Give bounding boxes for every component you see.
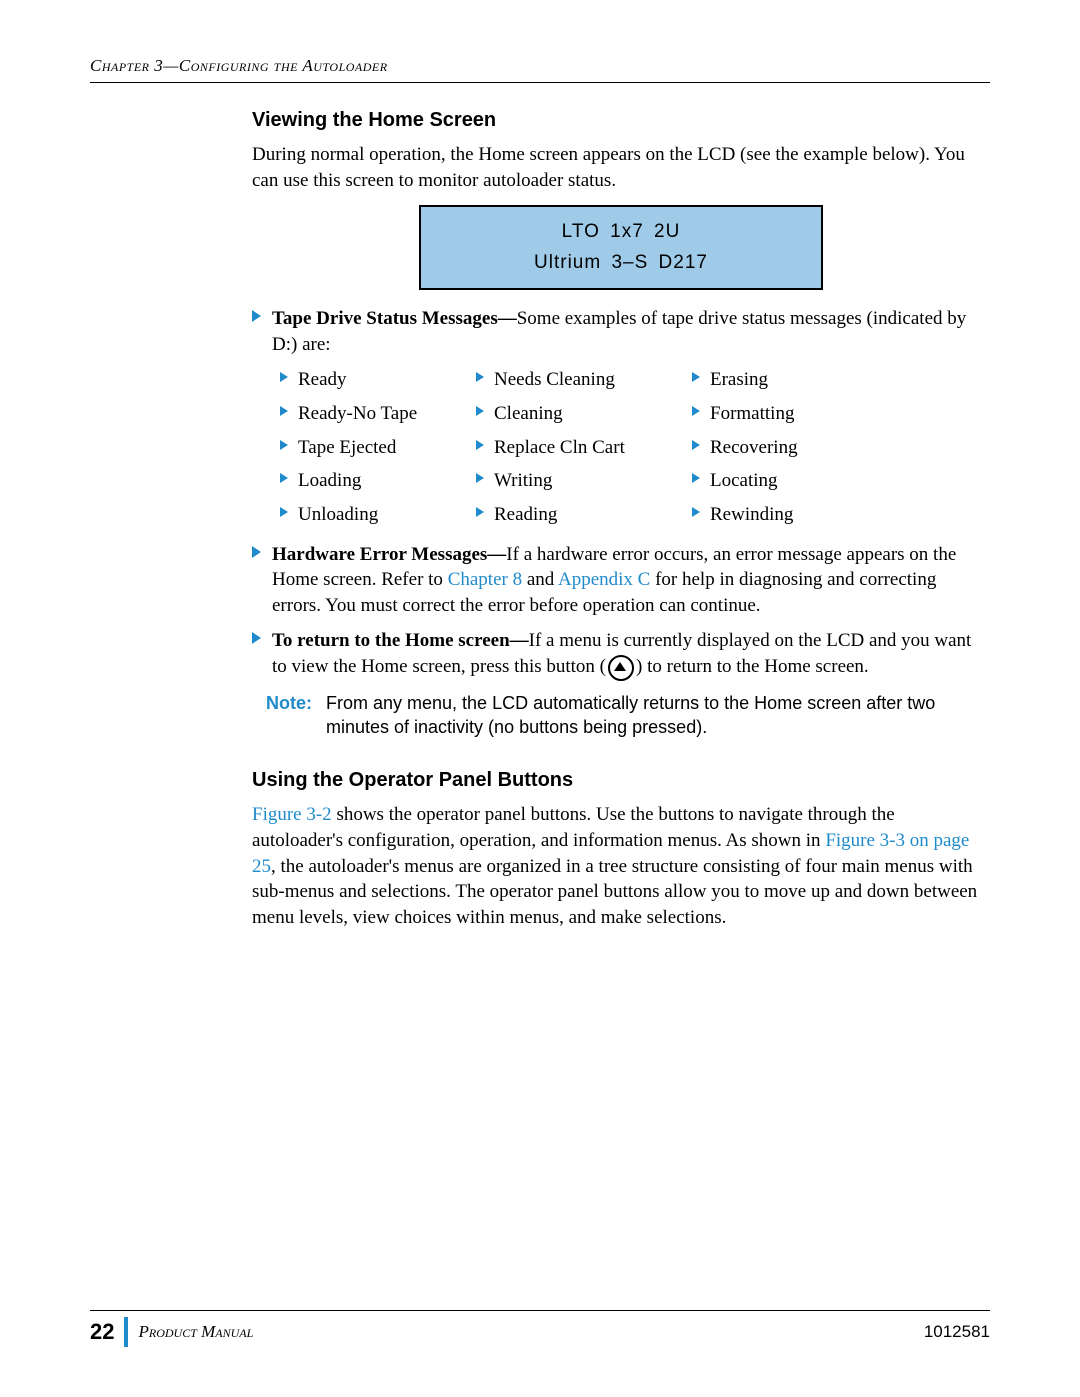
home-button-icon [608,655,634,681]
lcd-line-2: Ultrium 3–S D217 [441,248,801,278]
status-text: Loading [298,470,361,491]
arrow-icon [280,372,288,382]
arrow-icon [252,310,261,322]
status-item: Needs Cleaning [476,367,686,393]
arrow-icon [252,632,261,644]
note-block: Note: From any menu, the LCD automatical… [266,691,990,740]
lcd-display: LTO 1x7 2U Ultrium 3–S D217 [419,205,823,290]
status-grid: Ready Needs Cleaning Erasing Ready-No Ta… [280,367,990,527]
arrow-icon [280,473,288,483]
status-text: Ready-No Tape [298,403,417,424]
arrow-icon [692,372,700,382]
content-column: Viewing the Home Screen During normal op… [252,107,990,931]
status-text: Formatting [710,403,794,424]
status-text: Erasing [710,369,768,390]
arrow-icon [476,406,484,416]
status-item: Writing [476,468,686,494]
hw-error-t2: and [522,569,558,590]
bullet-return-home: To return to the Home screen—If a menu i… [252,628,990,680]
status-text: Tape Ejected [298,437,396,458]
status-item: Cleaning [476,401,686,427]
running-head: Chapter 3—Configuring the Autoloader [90,56,990,76]
section2-t2: , the autoloader's menus are organized i… [252,856,977,928]
link-chapter-8[interactable]: Chapter 8 [448,569,522,590]
status-item: Erasing [692,367,862,393]
status-text: Rewinding [710,504,793,525]
arrow-icon [476,473,484,483]
return-home-lead-bold: To return to the Home screen— [272,630,529,651]
status-item: Ready [280,367,470,393]
arrow-icon [280,507,288,517]
lcd-line-1: LTO 1x7 2U [441,217,801,247]
status-text: Locating [710,470,778,491]
footer-title: Product Manual [138,1322,923,1342]
status-text: Ready [298,369,347,390]
arrow-icon [476,372,484,382]
status-item: Recovering [692,435,862,461]
arrow-icon [280,440,288,450]
head-rule [90,82,990,83]
section2-body: Figure 3-2 shows the operator panel butt… [252,802,990,930]
hw-error-lead-bold: Hardware Error Messages— [272,544,506,565]
arrow-icon [252,546,261,558]
tape-status-lead-bold: Tape Drive Status Messages— [272,308,517,329]
bullet-tape-status: Tape Drive Status Messages—Some examples… [252,306,990,357]
footer-divider [124,1317,128,1347]
arrow-icon [692,406,700,416]
return-home-t2: ) to return to the Home screen. [636,656,869,677]
arrow-icon [476,440,484,450]
footer: 22 Product Manual 1012581 [90,1310,990,1347]
status-text: Needs Cleaning [494,369,615,390]
page: Chapter 3—Configuring the Autoloader Vie… [0,0,1080,1397]
status-item: Unloading [280,502,470,528]
footer-docnum: 1012581 [924,1322,990,1342]
status-item: Ready-No Tape [280,401,470,427]
section2-t1: shows the operator panel buttons. Use th… [252,804,895,851]
status-item: Rewinding [692,502,862,528]
arrow-icon [692,507,700,517]
section-title-viewing: Viewing the Home Screen [252,107,990,134]
footer-row: 22 Product Manual 1012581 [90,1317,990,1347]
status-text: Reading [494,504,557,525]
link-appendix-c[interactable]: Appendix C [558,569,650,590]
arrow-icon [692,440,700,450]
lcd-wrap: LTO 1x7 2U Ultrium 3–S D217 [252,205,990,290]
status-text: Replace Cln Cart [494,437,625,458]
footer-rule [90,1310,990,1311]
page-number: 22 [90,1319,124,1345]
arrow-icon [476,507,484,517]
bullet-hw-error: Hardware Error Messages—If a hardware er… [252,542,990,619]
section1-intro: During normal operation, the Home screen… [252,142,990,193]
link-figure-3-2[interactable]: Figure 3-2 [252,804,332,825]
note-text: From any menu, the LCD automatically ret… [326,691,990,740]
status-text: Cleaning [494,403,563,424]
status-item: Tape Ejected [280,435,470,461]
arrow-icon [280,406,288,416]
status-text: Unloading [298,504,378,525]
status-text: Recovering [710,437,798,458]
status-text: Writing [494,470,552,491]
section-title-operator-buttons: Using the Operator Panel Buttons [252,767,990,794]
status-item: Locating [692,468,862,494]
status-item: Replace Cln Cart [476,435,686,461]
note-label: Note: [266,691,312,740]
status-item: Reading [476,502,686,528]
arrow-icon [692,473,700,483]
status-item: Formatting [692,401,862,427]
status-item: Loading [280,468,470,494]
